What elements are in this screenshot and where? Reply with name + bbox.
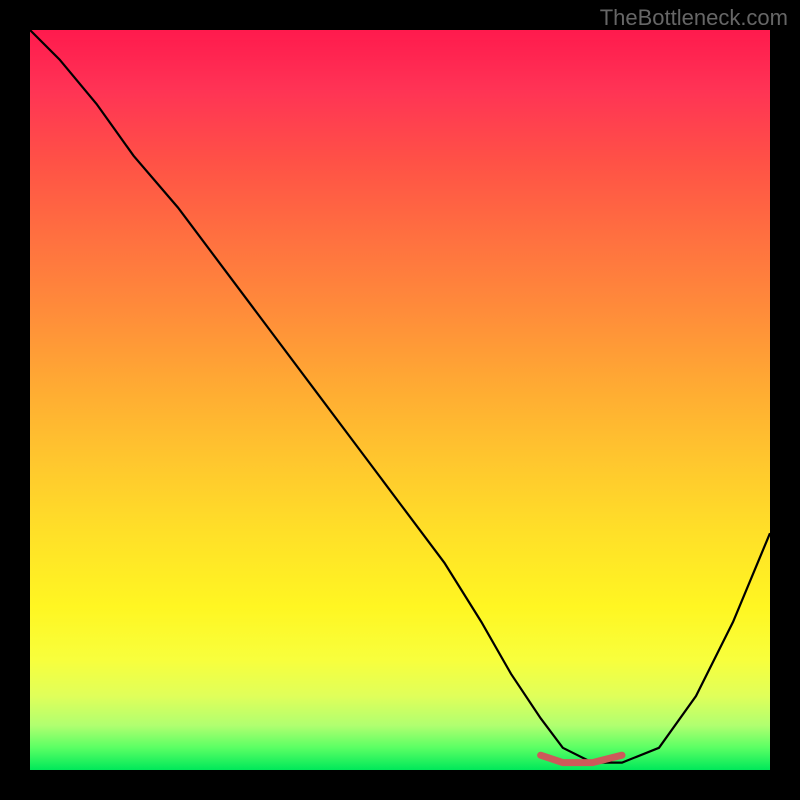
main-curve xyxy=(30,30,770,763)
chart-svg xyxy=(30,30,770,770)
watermark-text: TheBottleneck.com xyxy=(600,5,788,31)
plot-area xyxy=(30,30,770,770)
